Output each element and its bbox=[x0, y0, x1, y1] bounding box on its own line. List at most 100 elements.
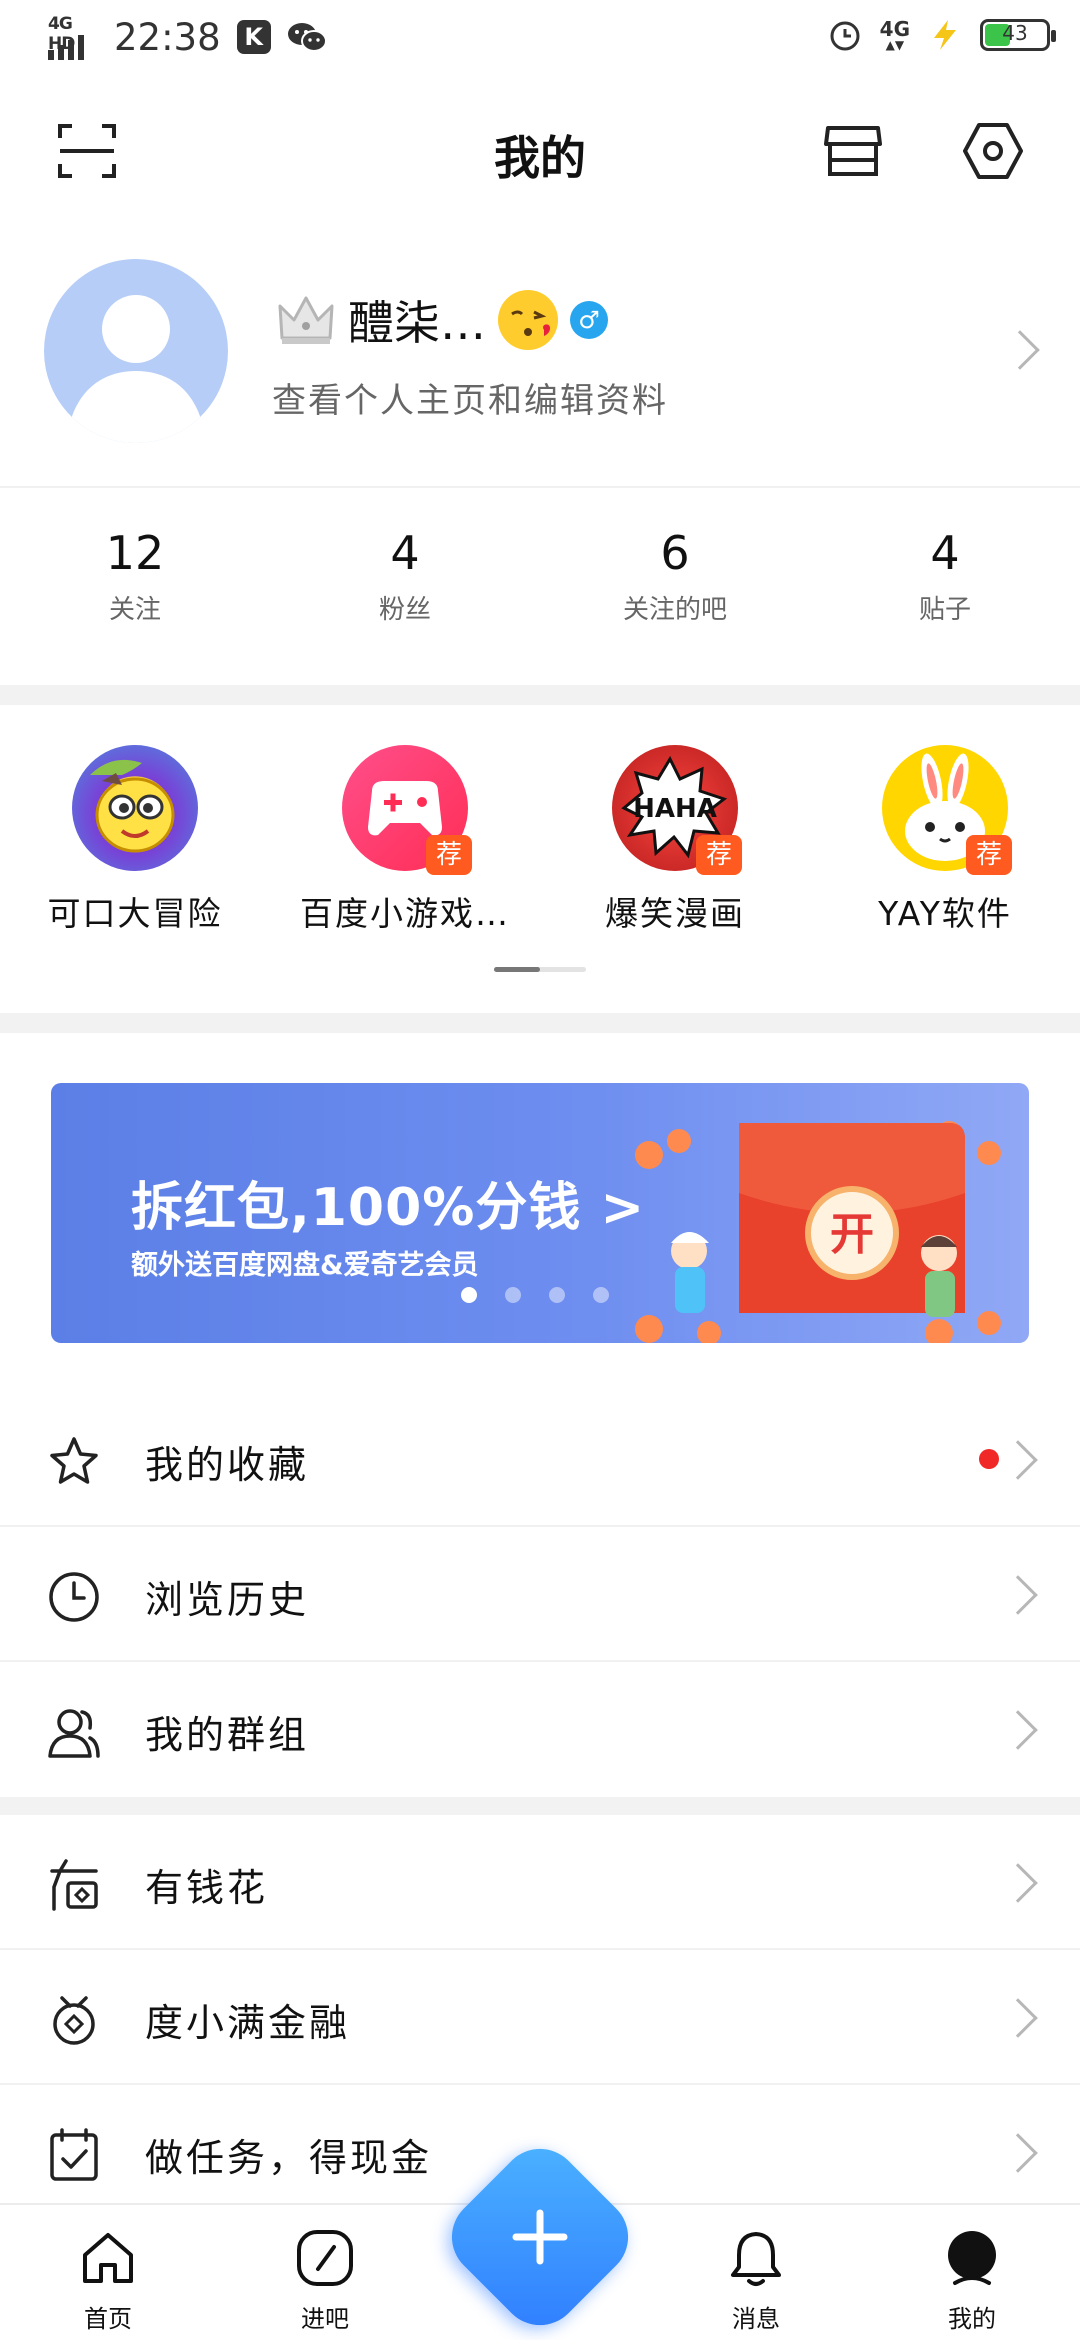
menu-item-label: 有钱花 bbox=[145, 1866, 269, 1910]
compass-icon bbox=[297, 2230, 353, 2286]
app-label: 可口大冒险 bbox=[47, 894, 223, 933]
stat-posts[interactable]: 4 贴子 bbox=[810, 525, 1080, 645]
mini-app-kekou-adventure[interactable]: 可口大冒险 bbox=[0, 745, 270, 945]
nav-messages[interactable]: 消息 bbox=[686, 2205, 826, 2340]
nav-me[interactable]: 我的 bbox=[902, 2205, 1042, 2340]
banner-dot[interactable] bbox=[461, 1287, 477, 1303]
stat-fans[interactable]: 4 粉丝 bbox=[270, 525, 540, 645]
stat-value: 6 bbox=[660, 526, 690, 580]
home-icon bbox=[83, 2233, 133, 2283]
menu-item-groups[interactable]: 我的群组 bbox=[0, 1662, 1080, 1797]
status-time: 22:38 bbox=[114, 15, 221, 59]
promo-banner[interactable]: 拆红包,100%分钱 > 额外送百度网盘&爱奇艺会员 开 bbox=[51, 1083, 1029, 1343]
cellular-signal-icon: 4G HD bbox=[48, 14, 98, 60]
menu-item-youqianhua[interactable]: 有钱花 bbox=[0, 1815, 1080, 1950]
recommend-badge: 荐 bbox=[696, 835, 742, 875]
menu-item-label: 我的群组 bbox=[145, 1713, 310, 1757]
mini-app-yay-software[interactable]: 荐 YAY软件 bbox=[810, 745, 1080, 945]
menu-item-history[interactable]: 浏览历史 bbox=[0, 1527, 1080, 1662]
nav-label: 我的 bbox=[948, 2305, 996, 2333]
menu-item-favorites[interactable]: 我的收藏 bbox=[0, 1392, 1080, 1527]
profile-name-row: 醴柒… ♂ bbox=[276, 287, 608, 353]
banner-dot[interactable] bbox=[505, 1287, 521, 1303]
me-icon bbox=[948, 2231, 996, 2285]
kiss-face-emoji-icon bbox=[498, 290, 558, 350]
plus-icon bbox=[512, 2209, 568, 2265]
kekou-adventure-icon bbox=[72, 745, 198, 871]
page-title: 我的 bbox=[494, 131, 586, 185]
battery-level: 43 bbox=[1002, 21, 1028, 45]
banner-dot[interactable] bbox=[549, 1287, 565, 1303]
charging-icon bbox=[934, 20, 956, 50]
chevron-right-icon bbox=[1000, 330, 1040, 370]
banner-subtitle: 额外送百度网盘&爱奇艺会员 bbox=[131, 1250, 479, 1281]
avatar[interactable] bbox=[44, 259, 228, 443]
chevron-right-icon bbox=[998, 1575, 1038, 1615]
stat-label: 粉丝 bbox=[378, 595, 431, 625]
nav-home[interactable]: 首页 bbox=[38, 2205, 178, 2340]
recommend-badge: 荐 bbox=[426, 835, 472, 875]
menu-item-label: 做任务，得现金 bbox=[145, 2136, 433, 2180]
baidu-minigame-icon: 荐 bbox=[342, 745, 472, 875]
group-icon bbox=[48, 1709, 100, 1758]
yay-bunny-icon: 荐 bbox=[882, 745, 1012, 875]
unread-red-dot bbox=[979, 1449, 999, 1469]
top-bar: 我的 bbox=[0, 100, 1080, 200]
section-gap bbox=[0, 1013, 1080, 1033]
apps-scroll-indicator bbox=[494, 967, 586, 972]
store-icon[interactable] bbox=[822, 120, 884, 182]
menu-item-label: 我的收藏 bbox=[145, 1443, 310, 1487]
banner-dot[interactable] bbox=[593, 1287, 609, 1303]
profile-name: 醴柒… bbox=[348, 296, 486, 350]
task-icon bbox=[50, 2128, 98, 2181]
banner-title: 拆红包,100%分钱 > bbox=[131, 1178, 646, 1238]
stat-value: 12 bbox=[105, 526, 165, 580]
star-icon bbox=[50, 1437, 98, 1484]
app-label: 百度小游戏… bbox=[300, 894, 510, 933]
section-gap bbox=[0, 1797, 1080, 1815]
finance-icon bbox=[53, 1996, 95, 2045]
nav-label: 进吧 bbox=[301, 2305, 349, 2333]
mini-apps-row: 可口大冒险 荐 百度小游戏… HAHA 荐 爆笑漫画 荐 YAY软件 bbox=[0, 745, 1080, 945]
clock-icon bbox=[49, 1572, 99, 1622]
k-app-icon: K bbox=[236, 20, 271, 54]
app-label: 爆笑漫画 bbox=[605, 894, 745, 933]
section-gap bbox=[0, 685, 1080, 705]
stats-row: 12 关注 4 粉丝 6 关注的吧 4 贴子 bbox=[0, 525, 1080, 645]
alarm-icon bbox=[830, 21, 860, 51]
red-envelope-illustration-icon: 开 bbox=[635, 1121, 1001, 1343]
recommend-badge: 荐 bbox=[966, 835, 1012, 875]
nav-enter-bar[interactable]: 进吧 bbox=[255, 2205, 395, 2340]
stat-followed-bars[interactable]: 6 关注的吧 bbox=[540, 525, 810, 645]
stat-label: 关注的吧 bbox=[622, 595, 727, 625]
crown-icon bbox=[278, 296, 334, 344]
wechat-icon bbox=[287, 23, 327, 52]
status-bar-right: 4G ▲▼ 43 bbox=[828, 18, 1056, 52]
divider bbox=[0, 486, 1080, 488]
status-bar: 4G HD 22:38 K 4G ▲▼ 43 bbox=[0, 0, 1080, 82]
chevron-right-icon bbox=[998, 1998, 1038, 2038]
menu-item-duxiaoman[interactable]: 度小满金融 bbox=[0, 1950, 1080, 2085]
profile-card[interactable]: 醴柒… ♂ 查看个人主页和编辑资料 bbox=[0, 255, 1080, 450]
haha-text: HAHA bbox=[633, 794, 717, 824]
stat-following[interactable]: 12 关注 bbox=[0, 525, 270, 645]
status-bar-left: 4G HD 22:38 K bbox=[48, 14, 327, 60]
menu-item-label: 浏览历史 bbox=[145, 1578, 310, 1622]
battery-icon: 43 bbox=[980, 19, 1056, 51]
stat-label: 贴子 bbox=[918, 595, 971, 625]
envelope-open-text: 开 bbox=[830, 1209, 874, 1260]
chevron-right-icon bbox=[998, 1440, 1038, 1480]
stat-value: 4 bbox=[930, 526, 960, 580]
mini-app-haha-comics[interactable]: HAHA 荐 爆笑漫画 bbox=[540, 745, 810, 945]
stat-label: 关注 bbox=[108, 595, 161, 625]
youqianhua-icon bbox=[50, 1859, 98, 1911]
chevron-right-icon bbox=[998, 1710, 1038, 1750]
nav-label: 首页 bbox=[84, 2305, 132, 2333]
settings-icon[interactable] bbox=[962, 120, 1024, 182]
nav-label: 消息 bbox=[732, 2305, 780, 2333]
chevron-right-icon bbox=[998, 2133, 1038, 2173]
profile-subtitle: 查看个人主页和编辑资料 bbox=[272, 381, 668, 421]
scroll-indicator-thumb bbox=[494, 967, 540, 972]
chevron-right-icon bbox=[998, 1863, 1038, 1903]
mini-app-baidu-games[interactable]: 荐 百度小游戏… bbox=[270, 745, 540, 945]
